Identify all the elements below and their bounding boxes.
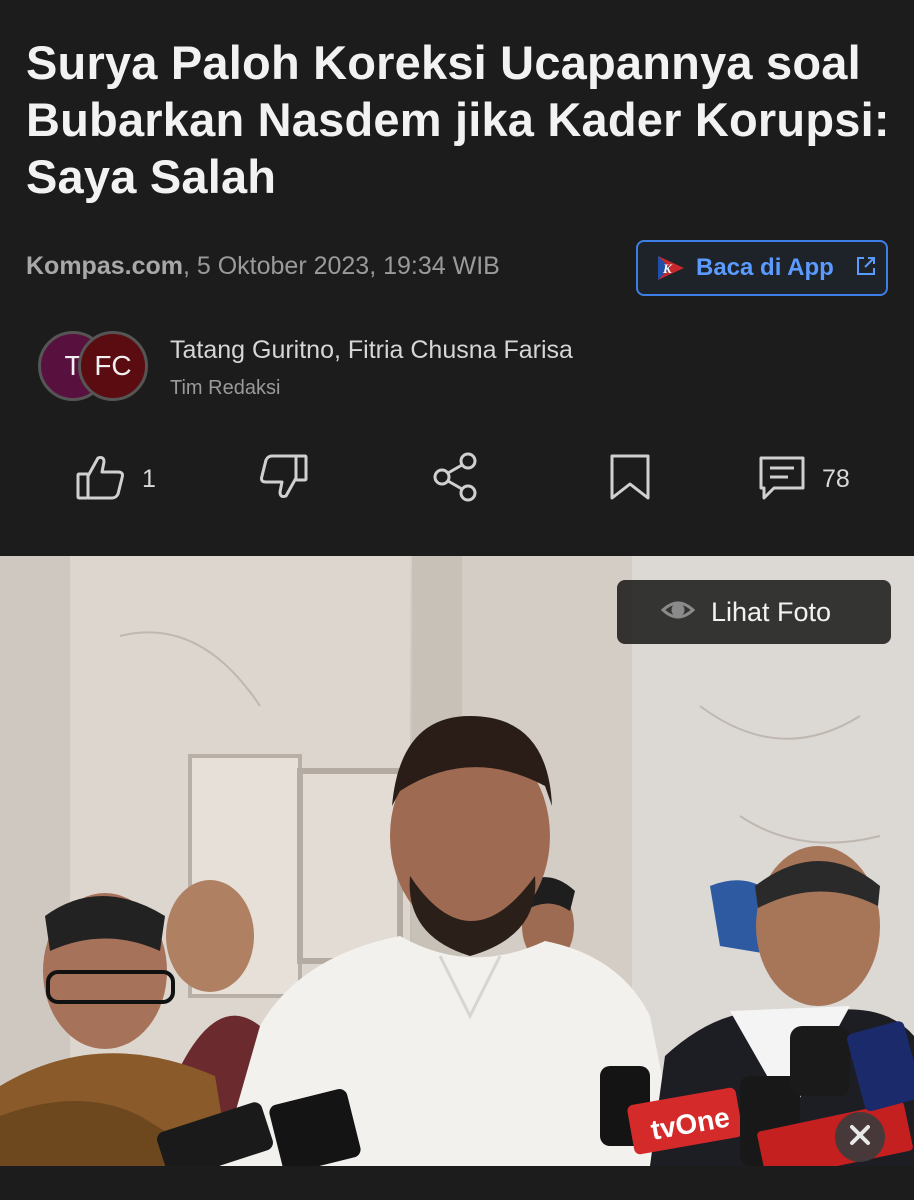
svg-text:K: K: [662, 261, 673, 276]
thumbs-up-icon: [74, 450, 128, 509]
like-count: 1: [142, 464, 156, 493]
article-photo[interactable]: tvOne: [0, 556, 914, 1166]
close-icon: [848, 1123, 872, 1152]
author-names[interactable]: Tatang Guritno, Fitria Chusna Farisa: [170, 336, 573, 365]
share-button[interactable]: [430, 448, 482, 510]
read-in-app-label: Baca di App: [696, 254, 834, 281]
bookmark-icon: [606, 450, 654, 509]
article-meta: Kompas.com, 5 Oktober 2023, 19:34 WIB: [26, 252, 500, 281]
comment-icon: [756, 450, 808, 509]
bottom-strip: [0, 1166, 914, 1200]
press-conference-photo: tvOne: [0, 556, 914, 1166]
article-source[interactable]: Kompas.com: [26, 252, 183, 280]
comment-button[interactable]: 78: [756, 448, 850, 510]
bookmark-button[interactable]: [606, 448, 654, 510]
kompas-app-logo-icon: K: [654, 252, 686, 284]
view-photo-button[interactable]: Lihat Foto: [617, 580, 891, 644]
author-avatar-fc[interactable]: FC: [78, 331, 148, 401]
close-button[interactable]: [835, 1112, 885, 1162]
article-datetime: , 5 Oktober 2023, 19:34 WIB: [182, 252, 500, 280]
eye-icon: [660, 598, 696, 627]
comment-count: 78: [822, 464, 850, 493]
read-in-app-button[interactable]: K Baca di App: [636, 240, 888, 296]
share-icon: [430, 450, 482, 509]
article-headline: Surya Paloh Koreksi Ucapannya soal Bubar…: [26, 36, 890, 203]
view-photo-label: Lihat Foto: [711, 596, 832, 627]
article-action-bar: 1 78: [0, 448, 914, 510]
like-button[interactable]: 1: [74, 448, 156, 510]
author-info: Tatang Guritno, Fitria Chusna Farisa Tim…: [170, 336, 573, 400]
thumbs-down-icon: [256, 450, 310, 509]
external-link-icon: [854, 254, 878, 283]
author-role: Tim Redaksi: [170, 377, 281, 399]
dislike-button[interactable]: [256, 448, 310, 510]
